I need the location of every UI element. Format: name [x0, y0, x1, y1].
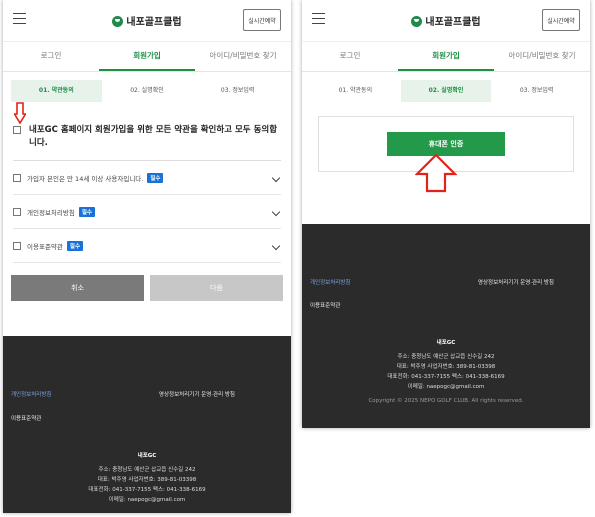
step-identity: 02. 실명확인	[130, 87, 164, 94]
next-button[interactable]: 다음	[150, 275, 283, 301]
footer-ceo: 대표: 박주영 사업자번호: 389-81-03398	[396, 364, 496, 370]
brand-name: 내포골프클럽	[425, 17, 481, 28]
phone-screen-terms: 내포골프클럽 실시간예약 로그인 회원가입 아이디/비밀번호 찾기 01. 약관…	[3, 0, 291, 513]
footer-links: 개인정보처리방침 영상정보처리기기 운영·관리 방침 이용표준약관	[302, 224, 590, 309]
top-bar: 내포골프클럽 실시간예약	[3, 0, 291, 42]
footer-address: 주소: 충청남도 예산군 삽교읍 신수길 242	[98, 467, 196, 473]
terms-label: 이용표준약관	[27, 242, 63, 251]
age-checkbox[interactable]	[13, 173, 21, 182]
footer-terms-link[interactable]: 이용표준약관	[310, 301, 340, 309]
phone-screen-verification: 내포골프클럽 실시간예약 로그인 회원가입 아이디/비밀번호 찾기 01. 약관…	[302, 0, 590, 428]
agree-all-row[interactable]: 내포GC 홈페이지 회원가입을 위한 모든 약관을 확인하고 모두 동의합니다.	[13, 102, 281, 161]
realtime-reservation-button[interactable]: 실시간예약	[243, 9, 281, 31]
footer-ceo: 대표: 박주영 사업자번호: 389-81-03398	[97, 477, 197, 483]
smiley-logo-icon	[112, 16, 124, 27]
required-badge: 필수	[78, 206, 95, 217]
red-arrow-up-icon	[415, 153, 457, 193]
privacy-checkbox[interactable]	[13, 207, 21, 216]
footer-cctv-link[interactable]: 영상정보처리기기 운영·관리 방침	[159, 390, 235, 398]
terms-label: 개인정보처리방침	[27, 208, 75, 217]
step-terms: 01. 약관동의	[11, 80, 102, 102]
required-badge: 필수	[147, 172, 164, 183]
chevron-down-icon[interactable]	[271, 173, 281, 183]
chevron-down-icon[interactable]	[271, 241, 281, 251]
footer-phone: 대표전화: 041-337-7155 팩스: 041-338-6169	[387, 374, 505, 380]
tab-find-account[interactable]: 아이디/비밀번호 찾기	[195, 42, 291, 71]
screenshot-canvas: 내포골프클럽 실시간예약 로그인 회원가입 아이디/비밀번호 찾기 01. 약관…	[0, 0, 595, 517]
action-buttons: 취소 다음	[11, 275, 283, 301]
footer-company-info: 내포GC 주소: 충청남도 예산군 삽교읍 신수길 242 대표: 박주영 사업…	[302, 338, 590, 392]
footer-company-name: 내포GC	[137, 453, 157, 459]
terms-row-privacy[interactable]: 개인정보처리방침 필수	[13, 195, 281, 229]
site-footer: 개인정보처리방침 영상정보처리기기 운영·관리 방침 이용표준약관 내포GC 주…	[302, 224, 590, 428]
footer-phone: 대표전화: 041-337-7155 팩스: 041-338-6169	[88, 487, 206, 493]
auth-tabs: 로그인 회원가입 아이디/비밀번호 찾기	[302, 42, 590, 72]
standard-terms-checkbox[interactable]	[13, 241, 21, 250]
realtime-reservation-button[interactable]: 실시간예약	[542, 9, 580, 31]
chevron-down-icon[interactable]	[271, 207, 281, 217]
tab-signup[interactable]: 회원가입	[398, 42, 494, 71]
terms-row-standard[interactable]: 이용표준약관 필수	[13, 229, 281, 263]
footer-privacy-link[interactable]: 개인정보처리방침	[11, 390, 51, 398]
tab-signup[interactable]: 회원가입	[99, 42, 195, 71]
footer-links: 개인정보처리방침 영상정보처리기기 운영·관리 방침 이용표준약관	[3, 336, 291, 422]
step-info: 03. 정보입력	[220, 87, 255, 94]
step-terms: 01. 약관동의	[338, 87, 373, 94]
required-badge: 필수	[66, 240, 84, 251]
cancel-button[interactable]: 취소	[11, 275, 144, 301]
terms-label: 가입자 본인은 만 14세 이상 사용자입니다.	[27, 174, 144, 183]
footer-privacy-link[interactable]: 개인정보처리방침	[310, 278, 350, 286]
signup-steps: 01. 약관동의 02. 실명확인 03. 정보입력	[310, 80, 582, 102]
signup-steps: 01. 약관동의 02. 실명확인 03. 정보입력	[11, 80, 283, 102]
auth-tabs: 로그인 회원가입 아이디/비밀번호 찾기	[3, 42, 291, 72]
footer-cctv-link[interactable]: 영상정보처리기기 운영·관리 방침	[478, 278, 554, 286]
top-bar: 내포골프클럽 실시간예약	[302, 0, 590, 42]
tab-login[interactable]: 로그인	[3, 42, 99, 71]
red-arrow-down-icon	[14, 102, 26, 124]
footer-address: 주소: 충청남도 예산군 삽교읍 신수길 242	[397, 354, 495, 360]
agree-all-label: 내포GC 홈페이지 회원가입을 위한 모든 약관을 확인하고 모두 동의합니다.	[29, 125, 278, 148]
smiley-logo-icon	[411, 16, 423, 27]
footer-terms-link[interactable]: 이용표준약관	[11, 414, 41, 422]
site-footer: 개인정보처리방침 영상정보처리기기 운영·관리 방침 이용표준약관 내포GC 주…	[3, 336, 291, 513]
footer-company-info: 내포GC 주소: 충청남도 예산군 삽교읍 신수길 242 대표: 박주영 사업…	[3, 451, 291, 505]
footer-email: 이메일: naepogc@gmail.com	[407, 384, 485, 390]
terms-row-age[interactable]: 가입자 본인은 만 14세 이상 사용자입니다. 필수	[13, 161, 281, 195]
step-info: 03. 정보입력	[519, 87, 554, 94]
step-identity: 02. 실명확인	[400, 80, 492, 102]
footer-email: 이메일: naepogc@gmail.com	[108, 497, 186, 503]
footer-copyright: Copyright © 2025 NEPO GOLF CLUB. All rig…	[368, 398, 524, 404]
brand-name: 내포골프클럽	[126, 17, 182, 28]
tab-login[interactable]: 로그인	[302, 42, 398, 71]
footer-company-name: 내포GC	[436, 340, 456, 346]
tab-find-account[interactable]: 아이디/비밀번호 찾기	[494, 42, 590, 71]
agree-all-checkbox[interactable]	[13, 126, 21, 134]
